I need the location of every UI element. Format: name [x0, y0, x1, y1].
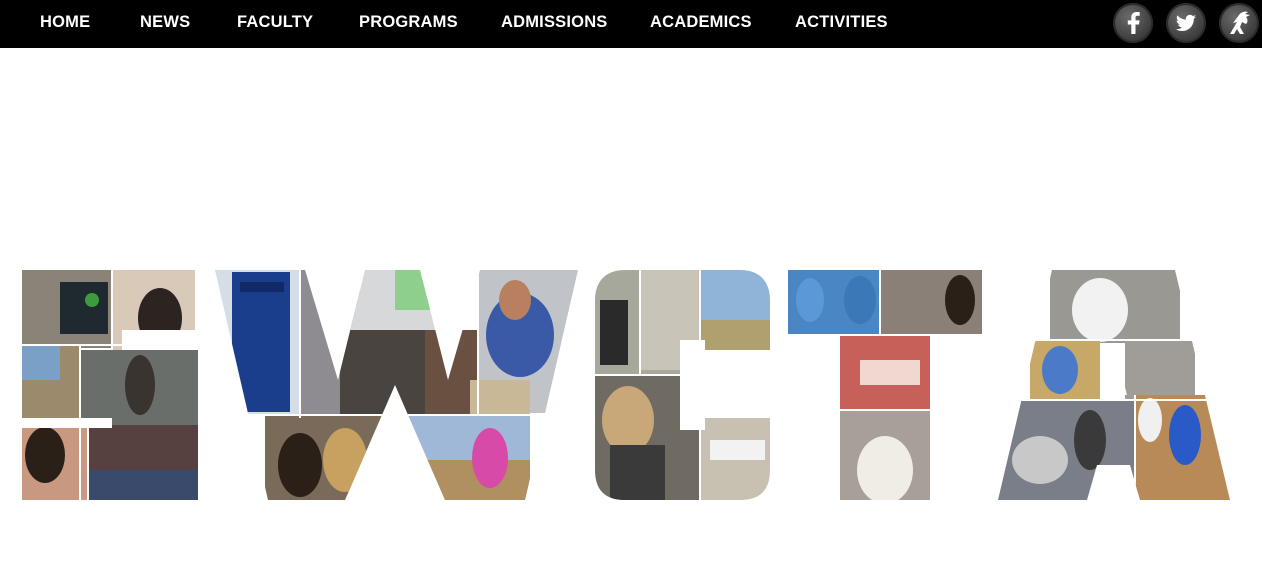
twitter-link[interactable]: [1166, 3, 1206, 43]
nav-academics[interactable]: ACADEMICS: [650, 13, 752, 32]
nav-programs[interactable]: PROGRAMS: [359, 13, 458, 32]
nav-home[interactable]: HOME: [40, 13, 90, 32]
nav-faculty[interactable]: FACULTY: [237, 13, 313, 32]
school-mascot-link[interactable]: [1219, 3, 1259, 43]
nav-activities[interactable]: ACTIVITIES: [795, 13, 888, 32]
swcta-photo-collage-wordmark: [22, 270, 1230, 500]
nav-news[interactable]: NEWS: [140, 13, 190, 32]
roadrunner-icon: [1230, 11, 1250, 34]
facebook-icon: [1127, 12, 1140, 34]
nav-admissions[interactable]: ADMISSIONS: [501, 13, 608, 32]
collage-photos: [22, 270, 1230, 500]
top-navigation-bar: HOME NEWS FACULTY PROGRAMS ADMISSIONS AC…: [0, 0, 1262, 48]
twitter-icon: [1175, 14, 1196, 31]
facebook-link[interactable]: [1113, 3, 1153, 43]
